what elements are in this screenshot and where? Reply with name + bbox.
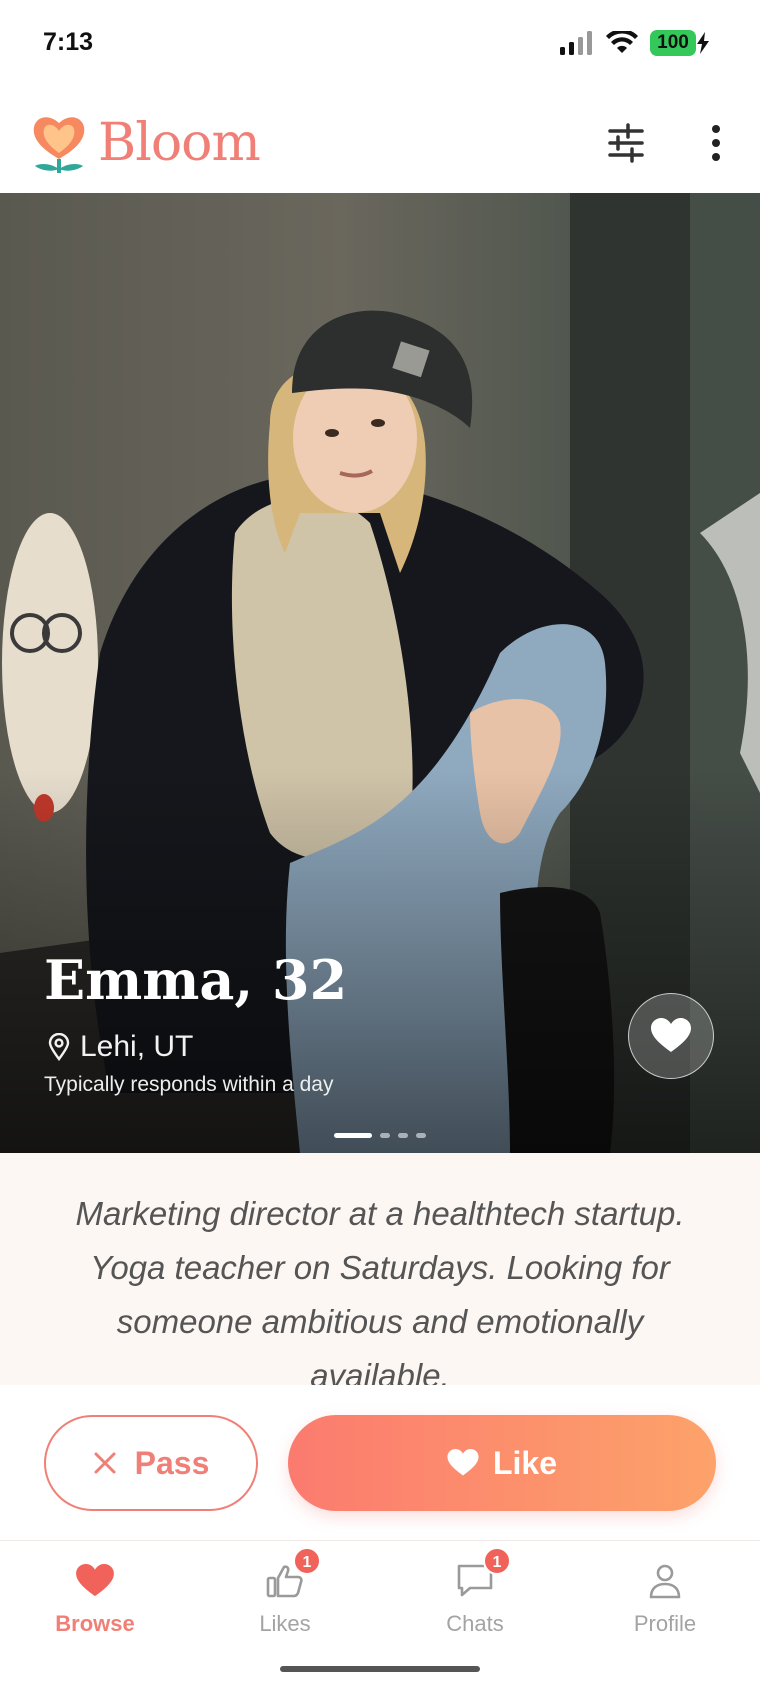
nav-browse[interactable]: Browse bbox=[15, 1559, 175, 1637]
profile-name-age: Emma, 32 bbox=[44, 948, 348, 1012]
bio-text: Marketing director at a healthtech start… bbox=[75, 1195, 685, 1385]
heart-icon bbox=[447, 1449, 479, 1476]
nav-browse-icon-wrap bbox=[73, 1559, 117, 1603]
photo-dot[interactable] bbox=[334, 1133, 372, 1138]
bio-section: Marketing director at a healthtech start… bbox=[0, 1153, 760, 1385]
more-vert-icon bbox=[712, 125, 720, 161]
nav-label: Chats bbox=[446, 1611, 504, 1636]
battery-level: 100 bbox=[650, 30, 696, 56]
app-header: Bloom bbox=[0, 105, 760, 193]
profile-location: Lehi, UT bbox=[48, 1030, 193, 1064]
nav-profile-icon-wrap bbox=[643, 1559, 687, 1603]
charging-bolt-icon bbox=[697, 32, 709, 54]
nav-label: Profile bbox=[633, 1611, 697, 1636]
bloom-flower-logo bbox=[33, 117, 85, 173]
nav-profile[interactable]: Profile bbox=[585, 1559, 745, 1637]
chats-badge: 1 bbox=[483, 1547, 511, 1575]
status-icons: 100 bbox=[560, 30, 710, 56]
heart-icon bbox=[76, 1564, 114, 1597]
profile-photo[interactable]: Emma, 32 Lehi, UT Typically responds wit… bbox=[0, 193, 760, 1153]
photo-like-button[interactable] bbox=[628, 993, 714, 1079]
app-logo: Bloom bbox=[32, 113, 261, 173]
nav-likes-icon-wrap: 1 bbox=[263, 1547, 321, 1603]
nav-chats-icon-wrap: 1 bbox=[453, 1547, 511, 1603]
nav-likes[interactable]: 1 Likes bbox=[205, 1547, 365, 1637]
nav-chats[interactable]: 1 Chats bbox=[395, 1547, 555, 1637]
home-indicator[interactable] bbox=[280, 1666, 480, 1672]
nav-label: Likes bbox=[259, 1611, 311, 1636]
more-options-button[interactable] bbox=[700, 119, 732, 167]
like-button[interactable]: Like bbox=[288, 1415, 716, 1511]
action-bar: Pass Like bbox=[0, 1385, 760, 1540]
wifi-icon bbox=[606, 31, 638, 53]
signal-icon bbox=[560, 31, 592, 55]
app-name: Bloom bbox=[98, 113, 261, 173]
filter-button[interactable] bbox=[606, 123, 646, 163]
filter-icon bbox=[608, 123, 644, 163]
response-time: Typically responds within a day bbox=[44, 1073, 334, 1096]
like-label: Like bbox=[492, 1444, 558, 1481]
close-icon bbox=[94, 1452, 116, 1474]
location-text: Lehi, UT bbox=[80, 1030, 194, 1063]
photo-dot[interactable] bbox=[398, 1133, 408, 1138]
status-bar: 7:13 100 bbox=[0, 0, 760, 90]
photo-dot[interactable] bbox=[416, 1133, 426, 1138]
status-time: 7:13 bbox=[43, 28, 94, 56]
photo-dot[interactable] bbox=[380, 1133, 390, 1138]
photo-pagination bbox=[334, 1133, 426, 1138]
heart-icon bbox=[651, 1018, 691, 1052]
pass-button[interactable]: Pass bbox=[44, 1415, 258, 1511]
location-pin-icon bbox=[48, 1033, 70, 1061]
nav-label: Browse bbox=[55, 1611, 135, 1636]
likes-badge: 1 bbox=[293, 1547, 321, 1575]
pass-label: Pass bbox=[134, 1444, 210, 1481]
battery-icon: 100 bbox=[650, 30, 710, 56]
person-icon bbox=[649, 1564, 681, 1599]
